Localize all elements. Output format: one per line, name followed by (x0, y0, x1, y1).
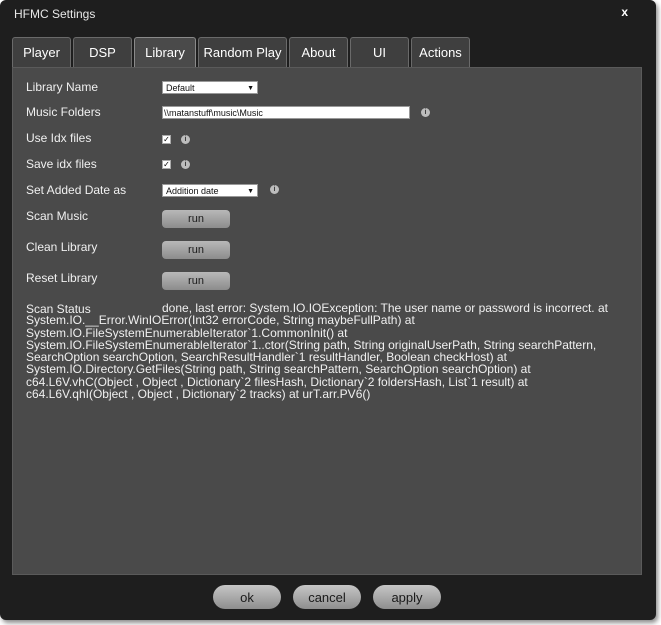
tab-library[interactable]: Library (134, 37, 196, 67)
added-date-select[interactable]: Addition date ▼ (162, 184, 258, 197)
tab-label: Player (23, 45, 60, 60)
ok-button[interactable]: ok (213, 585, 281, 609)
chevron-down-icon: ▼ (247, 188, 254, 195)
info-icon[interactable]: i (181, 135, 190, 144)
tab-player[interactable]: Player (12, 37, 71, 67)
apply-button[interactable]: apply (373, 585, 441, 609)
clean-library-label: Clean Library (26, 240, 98, 254)
tab-label: Library (145, 45, 185, 60)
added-date-label: Set Added Date as (26, 183, 127, 197)
clean-library-run-button[interactable]: run (162, 241, 230, 259)
use-idx-checkbox[interactable]: ✓ (162, 135, 171, 144)
scan-music-label: Scan Music (26, 209, 89, 223)
save-idx-label: Save idx files (26, 157, 97, 171)
added-date-value: Addition date (166, 186, 219, 196)
tab-about[interactable]: About (289, 37, 348, 67)
cancel-button[interactable]: cancel (293, 585, 361, 609)
library-name-select[interactable]: Default ▼ (162, 81, 258, 94)
tab-label: DSP (89, 45, 116, 60)
save-idx-checkbox[interactable]: ✓ (162, 160, 171, 169)
tab-random-play[interactable]: Random Play (198, 37, 287, 67)
scan-music-run-button[interactable]: run (162, 210, 230, 228)
tab-dsp[interactable]: DSP (73, 37, 132, 67)
tab-ui[interactable]: UI (350, 37, 409, 67)
music-folders-label: Music Folders (26, 105, 101, 119)
info-icon[interactable]: i (181, 160, 190, 169)
checkmark-icon: ✓ (163, 135, 170, 144)
title-bar: HFMC Settings x (0, 0, 656, 28)
chevron-down-icon: ▼ (247, 85, 254, 92)
library-settings-panel: Library Name Default ▼ Music Folders \\m… (12, 67, 642, 575)
tab-label: About (301, 45, 336, 60)
info-icon[interactable]: i (270, 185, 279, 194)
use-idx-label: Use Idx files (26, 131, 92, 145)
music-folders-input[interactable]: \\matanstuff\music\Music (162, 106, 410, 119)
tab-actions[interactable]: Actions (411, 37, 470, 67)
checkmark-icon: ✓ (163, 160, 170, 169)
close-icon[interactable]: x (621, 5, 628, 19)
scan-status-text: done, last error: System.IO.IOException:… (26, 301, 608, 402)
reset-library-run-button[interactable]: run (162, 272, 230, 290)
music-folders-value: \\matanstuff\music\Music (164, 108, 263, 118)
library-name-value: Default (166, 83, 195, 93)
info-icon[interactable]: i (421, 108, 430, 117)
settings-dialog: HFMC Settings x Player DSP Library Rando… (0, 0, 656, 620)
tab-label: Actions (419, 45, 462, 60)
reset-library-label: Reset Library (26, 271, 98, 285)
window-title: HFMC Settings (14, 7, 96, 21)
library-name-label: Library Name (26, 80, 99, 94)
tab-label: UI (373, 45, 386, 60)
tab-label: Random Play (203, 45, 282, 60)
